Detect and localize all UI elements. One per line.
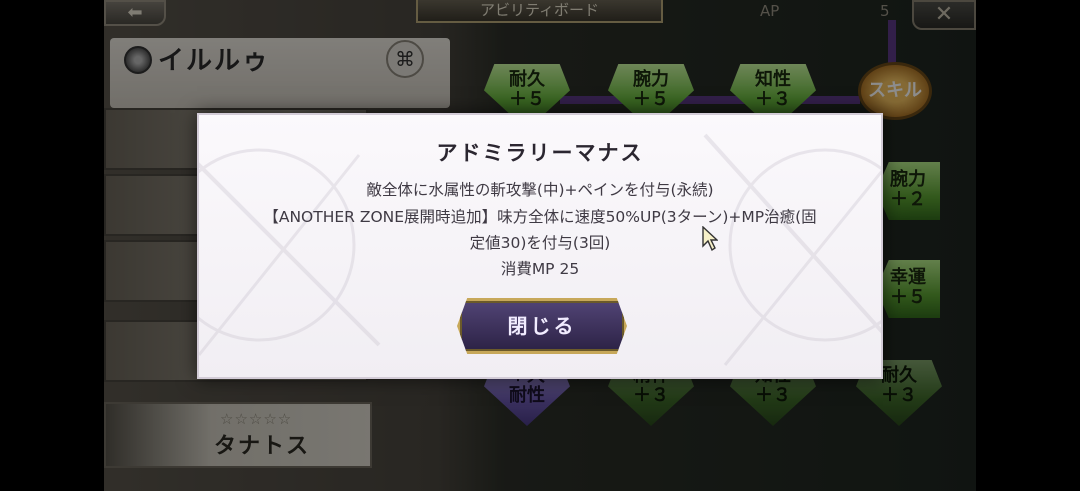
cursor-icon: [702, 226, 718, 252]
mp-cost: 消費MP 25: [500, 260, 580, 278]
close-button[interactable]: 閉じる: [457, 298, 627, 354]
skill-description-line: 定値30)を付与(3回): [469, 234, 611, 252]
skill-detail-dialog: アドミラリーマナス 敵全体に水属性の斬攻撃(中)+ペインを付与(永続) 【ANO…: [197, 113, 883, 379]
skill-title: アドミラリーマナス: [436, 141, 644, 165]
skill-description-line: 【ANOTHER ZONE展開時追加】味方全体に速度50%UP(3ターン)+MP…: [263, 208, 817, 226]
skill-description-line: 敵全体に水属性の斬攻撃(中)+ペインを付与(永続): [366, 181, 714, 199]
